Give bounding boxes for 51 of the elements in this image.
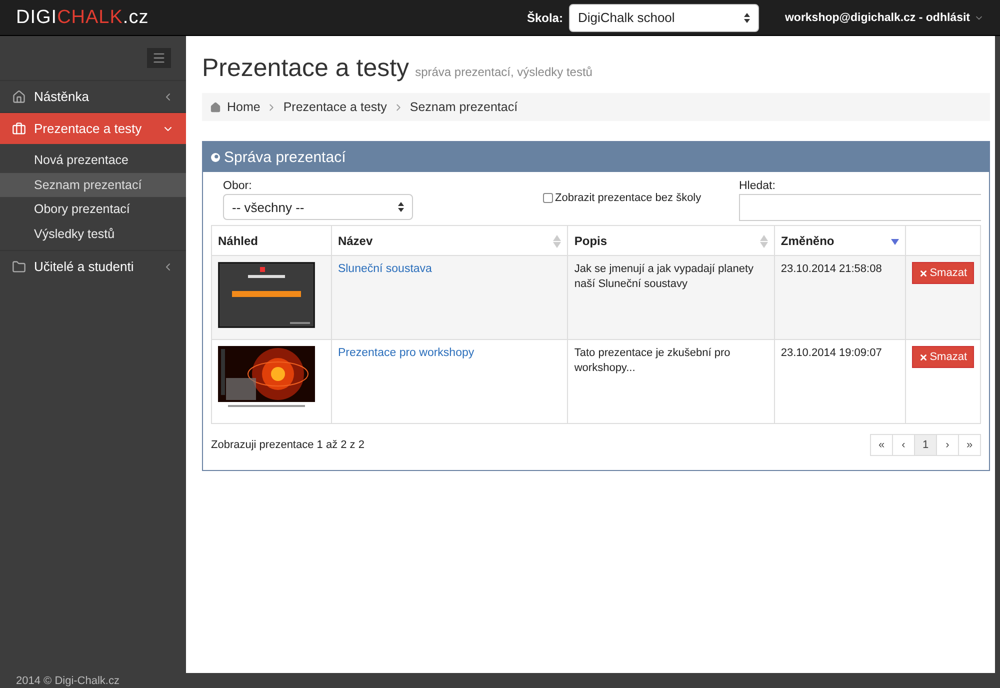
- category-select[interactable]: -- všechny --: [223, 194, 413, 220]
- search-field[interactable]: [739, 194, 981, 221]
- page-button[interactable]: 1: [914, 434, 937, 456]
- close-icon: [918, 268, 928, 278]
- column-header[interactable]: Náhled: [212, 226, 332, 256]
- search-label: Hledat:: [739, 180, 776, 192]
- breadcrumb-link[interactable]: Seznam prezentací: [410, 100, 518, 114]
- school-select[interactable]: DigiChalk school: [568, 4, 759, 32]
- page-button[interactable]: «: [870, 434, 893, 456]
- page-subtitle: správa prezentací, výsledky testů: [415, 65, 592, 79]
- table-cell: 23.10.2014 19:09:07: [774, 340, 906, 424]
- nav-subitem[interactable]: Seznam prezentací: [0, 172, 186, 197]
- select-arrows-icon: [398, 202, 404, 212]
- home-icon: [210, 102, 221, 112]
- page-button[interactable]: ‹: [892, 434, 915, 456]
- user-menu[interactable]: workshop@digichalk.cz - odhlásit: [784, 12, 984, 24]
- page-button[interactable]: ›: [936, 434, 959, 456]
- column-header[interactable]: Název: [331, 226, 568, 256]
- logo[interactable]: DIGICHALK.cz: [16, 6, 149, 28]
- school-label: Škola:: [526, 10, 563, 24]
- delete-button[interactable]: Smazat: [912, 346, 974, 368]
- select-arrows-icon: [744, 12, 750, 22]
- nav-subitem[interactable]: Výsledky testů: [0, 222, 186, 246]
- page-button[interactable]: »: [958, 434, 981, 456]
- nav-item[interactable]: Prezentace a testy: [0, 112, 186, 144]
- page-title: Prezentace a testy: [202, 54, 410, 83]
- nav-subitem[interactable]: Obory prezentací: [0, 197, 186, 222]
- table-cell: Tato prezentace je zkušební pro workshopy...: [568, 340, 774, 424]
- close-icon: [918, 352, 928, 362]
- copyright-text: 2014 © Digi-Chalk.cz: [15, 674, 120, 688]
- briefcase-icon: [12, 122, 26, 136]
- nav-subitem[interactable]: Nová prezentace: [0, 148, 186, 172]
- globe-icon: [211, 152, 220, 162]
- presentation-link[interactable]: Prezentace pro workshopy: [338, 347, 474, 359]
- panel-title: Správa prezentací: [224, 148, 346, 166]
- table-cell: Jak se jmenují a jak vypadají planety naší Sluneční soustavy: [568, 256, 774, 340]
- column-header[interactable]: Změněno: [774, 226, 906, 256]
- home-icon: [12, 90, 26, 104]
- breadcrumb-link[interactable]: Home: [227, 100, 260, 114]
- delete-button[interactable]: Smazat: [912, 262, 974, 284]
- sort-down-icon[interactable]: [890, 239, 899, 245]
- table-cell: 23.10.2014 21:58:08: [774, 256, 906, 340]
- checkbox[interactable]: [543, 193, 553, 203]
- menu-icon[interactable]: [147, 48, 171, 68]
- column-header[interactable]: Popis: [568, 226, 774, 256]
- presentation-link[interactable]: Sluneční soustava: [338, 263, 432, 275]
- checkbox-label[interactable]: Zobrazit prezentace bez školy: [543, 192, 739, 204]
- filter-label: Obor:: [223, 180, 253, 192]
- table-info: Zobrazuji prezentace 1 až 2 z 2: [211, 439, 364, 451]
- breadcrumb-link[interactable]: Prezentace a testy: [283, 100, 387, 114]
- folder-icon: [12, 260, 26, 274]
